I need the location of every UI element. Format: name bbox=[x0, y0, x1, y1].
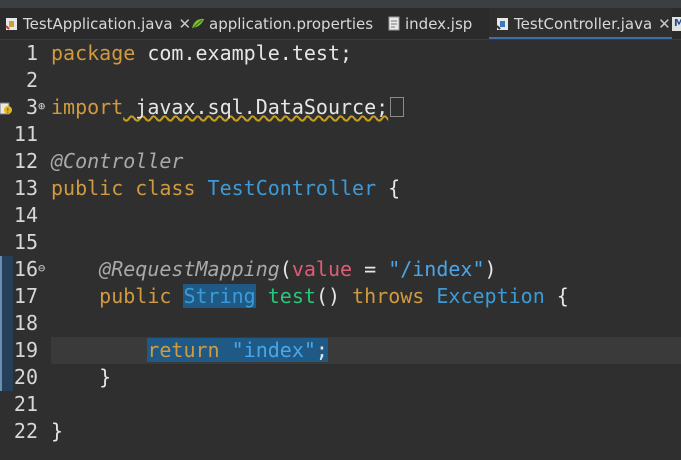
keyword: public bbox=[99, 284, 172, 308]
editor-tab-bar: TestApplication.java ✕ application.prope… bbox=[0, 8, 681, 40]
annotation: @Controller bbox=[51, 149, 184, 173]
package-name: com.example.test; bbox=[135, 41, 353, 65]
import-path: javax.sql.DataSource; bbox=[123, 95, 389, 119]
close-icon[interactable]: ✕ bbox=[658, 15, 671, 33]
line-number: 13 bbox=[13, 176, 38, 200]
code-line: 20 } bbox=[0, 364, 681, 391]
properties-file-icon bbox=[190, 16, 206, 32]
code-line: 13 public class TestController { bbox=[0, 175, 681, 202]
brace: } bbox=[51, 419, 64, 443]
fold-collapse-icon[interactable]: ⊖ bbox=[38, 256, 45, 280]
tab-label: TestApplication.java bbox=[23, 14, 173, 33]
tab-testapplication-java[interactable]: TestApplication.java ✕ bbox=[4, 8, 191, 39]
string-literal: "/index" bbox=[388, 257, 485, 281]
java-file-icon bbox=[4, 16, 20, 32]
code-line: 2 bbox=[0, 67, 681, 94]
java-file-icon bbox=[495, 16, 511, 32]
tab-label: TestController.java bbox=[514, 14, 653, 33]
keyword: class bbox=[123, 176, 208, 200]
code-editor[interactable]: 1 package com.example.test; 2 ! 3 ⊕ impo… bbox=[0, 40, 681, 460]
line-number: 19 bbox=[13, 338, 38, 362]
line-number: 15 bbox=[13, 230, 38, 254]
code-line: 1 package com.example.test; bbox=[0, 40, 681, 67]
line-number: 12 bbox=[13, 149, 38, 173]
exception-type: Exception bbox=[436, 284, 545, 308]
brace: } bbox=[99, 365, 112, 389]
line-number: 16 bbox=[13, 257, 38, 281]
class-name: TestController bbox=[207, 176, 377, 200]
code-line: 12 @Controller bbox=[0, 148, 681, 175]
annotation: @RequestMapping bbox=[99, 257, 280, 281]
code-line: 21 bbox=[0, 391, 681, 418]
line-number: 21 bbox=[13, 392, 38, 416]
tab-overflow[interactable]: M bbox=[672, 8, 681, 39]
line-number: 11 bbox=[13, 122, 38, 146]
tab-label: application.properties bbox=[209, 14, 374, 33]
line-number: 1 bbox=[25, 41, 38, 65]
brace: { bbox=[544, 284, 569, 308]
tab-testcontroller-java[interactable]: TestController.java ✕ bbox=[489, 8, 672, 39]
code-line: 15 bbox=[0, 229, 681, 256]
jsp-file-icon bbox=[386, 16, 402, 32]
code-line: 17 public String test() throws Exception… bbox=[0, 283, 681, 310]
brace: { bbox=[376, 176, 401, 200]
equals: = bbox=[352, 257, 389, 281]
window-top-strip bbox=[0, 0, 681, 8]
keyword: return bbox=[147, 338, 220, 362]
line-number: 2 bbox=[25, 68, 38, 92]
line-number: 14 bbox=[13, 203, 38, 227]
line-number: 20 bbox=[13, 365, 38, 389]
code-line: 22 } bbox=[0, 418, 681, 445]
keyword: import bbox=[51, 95, 124, 119]
annotation-attribute: value bbox=[291, 257, 353, 281]
collapsed-imports-box[interactable] bbox=[390, 97, 405, 117]
keyword: throws bbox=[352, 284, 425, 308]
string-literal: "index" bbox=[231, 338, 316, 362]
line-number: 3 bbox=[25, 95, 38, 119]
code-line: 16 ⊖ @RequestMapping(value = "/index") bbox=[0, 256, 681, 283]
line-number: 17 bbox=[13, 284, 38, 308]
paren: ( bbox=[279, 257, 292, 281]
tab-label: index.jsp bbox=[405, 14, 473, 33]
tab-index-jsp[interactable]: index.jsp bbox=[386, 8, 472, 39]
keyword: package bbox=[51, 41, 136, 65]
fold-expand-icon[interactable]: ⊕ bbox=[38, 94, 45, 118]
overflow-icon: M bbox=[672, 16, 681, 31]
line-number: 22 bbox=[13, 419, 38, 443]
code-line: 11 bbox=[0, 121, 681, 148]
code-line: 19 return "index"; bbox=[0, 337, 681, 364]
code-line: 14 bbox=[0, 202, 681, 229]
tab-application-properties[interactable]: application.properties bbox=[190, 8, 373, 39]
paren: () bbox=[315, 284, 341, 308]
method-name: test bbox=[267, 284, 316, 308]
return-type-selected: String bbox=[183, 284, 256, 308]
code-line: 18 bbox=[0, 310, 681, 337]
line-number: 18 bbox=[13, 311, 38, 335]
keyword: public bbox=[51, 176, 124, 200]
paren: ) bbox=[484, 257, 497, 281]
code-line: ! 3 ⊕ import javax.sql.DataSource; bbox=[0, 94, 681, 121]
semicolon: ; bbox=[315, 338, 328, 362]
